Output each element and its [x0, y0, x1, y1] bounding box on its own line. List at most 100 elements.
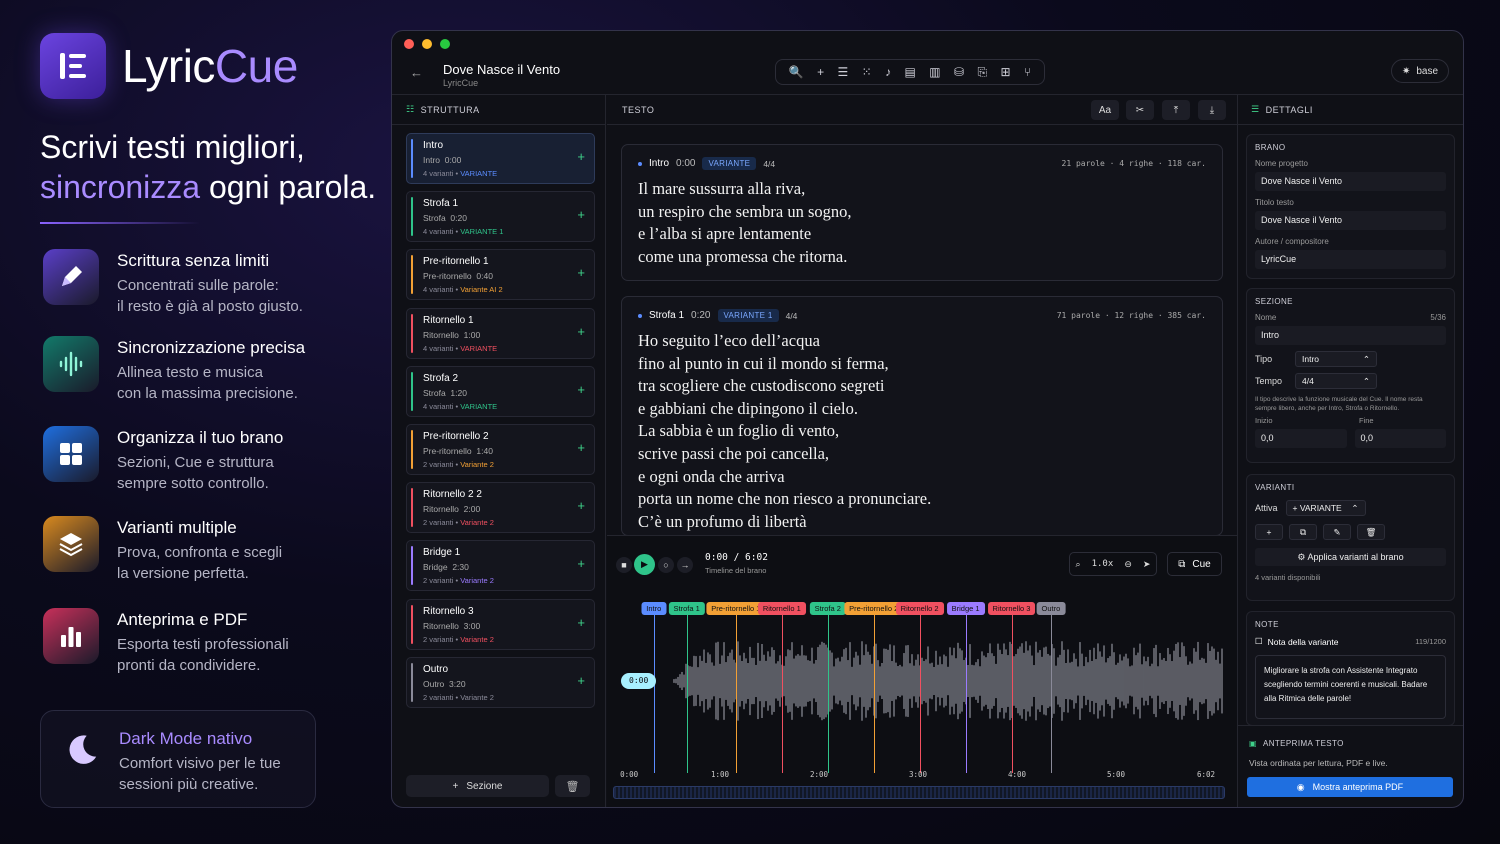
add-cue-icon[interactable]: + — [577, 324, 585, 339]
lyric-line[interactable]: un respiro che sembra un sogno, — [638, 201, 1206, 224]
section-item[interactable]: Outro Outro 3:20 2 varianti • Variante 2… — [406, 656, 595, 708]
section-item[interactable]: Strofa 1 Strofa 0:20 4 varianti • VARIAN… — [406, 191, 595, 243]
magic-icon[interactable]: ✂ — [1126, 100, 1154, 120]
delete-variant-icon[interactable]: 🗑 — [1357, 524, 1385, 540]
lyric-block[interactable]: Strofa 1 0:20 VARIANTE 1 4/4 71 parole · 12 … — [621, 296, 1223, 536]
active-variant-select[interactable]: + VARIANTE ⌃ — [1285, 500, 1366, 516]
delete-section-button[interactable]: 🗑 — [555, 775, 590, 797]
section-item[interactable]: Pre-ritornello 1 Pre-ritornello 0:40 4 v… — [406, 249, 595, 301]
stop-button[interactable]: ■ — [616, 557, 632, 573]
add-cue-icon[interactable]: + — [577, 149, 585, 164]
lyric-line[interactable]: La sabbia è un foglio di vento, — [638, 420, 1206, 443]
lyric-block[interactable]: Intro 0:00 VARIANTE 4/4 21 parole · 4 righe … — [621, 144, 1223, 281]
toolbar-branch-icon[interactable]: ⑂ — [1024, 65, 1031, 79]
cue-marker[interactable]: Ritornello 1 — [757, 602, 806, 615]
cue-marker[interactable]: Intro — [641, 602, 667, 615]
align-top-icon[interactable]: ⤒ — [1162, 100, 1190, 120]
apply-variants-button[interactable]: ⚙ Applica varianti al brano — [1255, 548, 1446, 566]
cue-marker[interactable]: Ritornello 3 — [987, 602, 1036, 615]
loop-button[interactable]: ○ — [658, 557, 674, 573]
lyric-line[interactable]: e l’alba si apre lentamente — [638, 223, 1206, 246]
toolbar-copy-icon[interactable]: ⎘ — [978, 65, 988, 80]
toolbar-grid-icon[interactable]: ⁙ — [862, 65, 872, 79]
add-cue-icon[interactable]: + — [577, 382, 585, 397]
section-item[interactable]: Intro Intro 0:00 4 varianti • VARIANTE + — [406, 133, 595, 184]
cue-button[interactable]: ⧉ Cue — [1167, 552, 1222, 576]
variant-tag[interactable]: VARIANTE — [702, 157, 757, 170]
show-pdf-preview-button[interactable]: ◉ Mostra anteprima PDF — [1247, 777, 1453, 797]
cue-marker[interactable]: Strofa 2 — [809, 602, 846, 615]
start-input[interactable]: 0,0 — [1255, 429, 1347, 448]
toolbar-database-icon[interactable]: ⛁ — [954, 65, 964, 79]
toolbar-audio-icon[interactable]: ♪ — [885, 65, 891, 79]
cue-marker[interactable]: Pre-ritornello 2 — [844, 602, 904, 615]
back-arrow-icon[interactable]: ← — [410, 65, 423, 80]
lyric-line[interactable]: C’è un profumo di libertà — [638, 511, 1206, 534]
lyric-line[interactable]: e gabbiani che dipingono il cielo. — [638, 398, 1206, 421]
zoom-out-icon[interactable]: ⊖ — [1124, 559, 1132, 570]
edit-variant-icon[interactable]: ✎ — [1323, 524, 1351, 540]
base-button[interactable]: ✷ base — [1391, 59, 1449, 83]
feature-title: Organizza il tuo brano — [117, 428, 284, 447]
section-item[interactable]: Bridge 1 Bridge 2:30 2 varianti • Varian… — [406, 540, 595, 592]
timeline-scrollbar[interactable] — [613, 786, 1225, 799]
font-size-icon[interactable]: Aa — [1091, 100, 1119, 120]
section-item[interactable]: Ritornello 1 Ritornello 1:00 4 varianti … — [406, 307, 595, 359]
search-icon[interactable]: ⌕ — [1076, 559, 1081, 570]
add-cue-icon[interactable]: + — [577, 207, 585, 222]
speed-value[interactable]: 1.0x — [1092, 559, 1114, 569]
toolbar-columns-icon[interactable]: ▥ — [929, 65, 940, 79]
section-item[interactable]: Ritornello 3 Ritornello 3:00 2 varianti … — [406, 598, 595, 650]
cue-marker[interactable]: Bridge 1 — [946, 602, 985, 615]
add-cue-icon[interactable]: + — [577, 265, 585, 280]
lyric-line[interactable]: porta un nome che non riesco a pronuncia… — [638, 488, 1206, 511]
send-icon[interactable]: ➤ — [1143, 559, 1151, 570]
add-cue-icon[interactable]: + — [577, 673, 585, 688]
add-section-button[interactable]: + Sezione — [406, 775, 549, 797]
toolbar-expand-icon[interactable]: ⊞ — [1001, 65, 1011, 79]
toolbar-add-icon[interactable]: + — [817, 65, 824, 79]
forward-button[interactable]: → — [677, 557, 693, 573]
lyric-line[interactable]: Il mare sussurra alla riva, — [638, 178, 1206, 201]
lyric-line[interactable]: come una promessa che ritorna. — [638, 246, 1206, 269]
feature-desc: Allinea testo e musica con la massima pre… — [117, 364, 298, 402]
lyric-line[interactable]: fino al punto in cui il mondo si ferma, — [638, 353, 1206, 376]
add-cue-icon[interactable]: + — [577, 615, 585, 630]
lyric-line[interactable]: e ogni onda che arriva — [638, 466, 1206, 489]
section-item[interactable]: Pre-ritornello 2 Pre-ritornello 1:40 2 v… — [406, 424, 595, 475]
duplicate-variant-icon[interactable]: ⧉ — [1289, 524, 1317, 540]
add-cue-icon[interactable]: + — [577, 498, 585, 513]
cue-marker[interactable]: Strofa 1 — [668, 602, 705, 615]
play-button[interactable]: ▶ — [634, 554, 655, 575]
toolbar-search-icon[interactable]: 🔍 — [789, 65, 804, 79]
cue-marker[interactable]: Pre-ritornello 1 — [706, 602, 766, 615]
project-name-input[interactable]: Dove Nasce il Vento — [1255, 172, 1446, 191]
cue-marker[interactable]: Outro — [1036, 602, 1066, 615]
layers-icon — [43, 516, 99, 572]
section-item[interactable]: Ritornello 2 2 Ritornello 2:00 2 variant… — [406, 482, 595, 534]
lyric-line[interactable]: scrive passi che poi cancella, — [638, 443, 1206, 466]
section-name-input[interactable]: Intro — [1255, 326, 1446, 345]
note-textarea[interactable]: Migliorare la strofa con Assistente Inte… — [1255, 655, 1446, 719]
section-variants: 4 varianti • VARIANTE — [423, 401, 498, 411]
lyric-line[interactable]: Ho seguito l’eco dell’acqua — [638, 330, 1206, 353]
author-input[interactable]: LyricCue — [1255, 250, 1446, 269]
toolbar-doc-icon[interactable]: ▤ — [905, 65, 916, 79]
text-title-input[interactable]: Dove Nasce il Vento — [1255, 211, 1446, 230]
variant-tag[interactable]: VARIANTE 1 — [717, 309, 779, 322]
toolbar-list-icon[interactable]: ☰ — [837, 65, 848, 79]
align-bottom-icon[interactable]: ⤓ — [1198, 100, 1226, 120]
add-cue-icon[interactable]: + — [577, 440, 585, 455]
playhead-badge[interactable]: 0:00 — [621, 673, 657, 689]
feature-title: Scrittura senza limiti — [117, 251, 270, 270]
cue-marker[interactable]: Ritornello 2 — [895, 602, 944, 615]
feature-item: Varianti multiple Prova, confronta e sce… — [43, 516, 282, 584]
add-cue-icon[interactable]: + — [577, 556, 585, 571]
tempo-select[interactable]: 4/4 ⌃ — [1295, 373, 1377, 389]
type-select[interactable]: Intro ⌃ — [1295, 351, 1377, 367]
time-tick: 6:02 — [1196, 770, 1215, 779]
section-item[interactable]: Strofa 2 Strofa 1:20 4 varianti • VARIAN… — [406, 365, 595, 417]
end-input[interactable]: 0,0 — [1354, 429, 1446, 448]
add-variant-button[interactable]: + — [1255, 524, 1283, 540]
lyric-line[interactable]: tra scogliere che custodiscono segreti — [638, 375, 1206, 398]
